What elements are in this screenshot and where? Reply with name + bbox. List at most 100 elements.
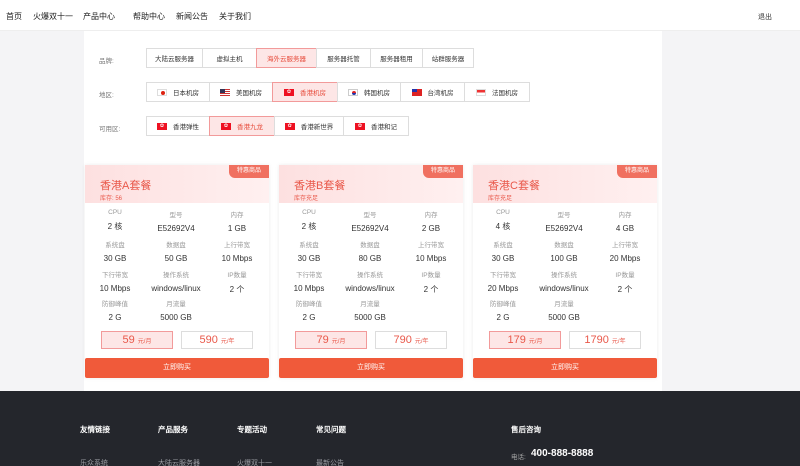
price-unit: 元/月 (137, 339, 152, 345)
product-card: 特惠商品 香港C套餐 库存充足 CPU 4 核 型号 E52692V4 内存 4 GB 系统盘 30… (473, 165, 657, 378)
spec-key: 内存 (618, 212, 632, 219)
region-option-japan[interactable]: 日本机房 (146, 82, 210, 102)
nav-help[interactable]: 帮助中心 (133, 11, 165, 22)
spec-key: CPU (108, 209, 122, 216)
brand-option-colocation[interactable]: 服务器托管 (316, 48, 371, 68)
zone-option-hk-new-world[interactable]: ✿ 香港新世界 (274, 116, 344, 136)
spec-value: 2 G (302, 313, 316, 322)
spec-item: 系统盘 30 GB (279, 239, 339, 263)
zone-option-hk-kowloon[interactable]: ✿ 香港九龙 (209, 116, 275, 136)
spec-value: 2 G (496, 313, 510, 322)
spec-item: 上行带宽 10 Mbps (207, 239, 267, 263)
spec-key: 数据盘 (554, 242, 574, 249)
brand-option-site-group[interactable]: 站群服务器 (422, 48, 474, 68)
spec-item: CPU 4 核 (473, 209, 533, 232)
chip-label: 香港新世界 (300, 124, 334, 131)
hongkong-flag-icon: ✿ (284, 88, 294, 96)
spec-value: E52692V4 (157, 224, 195, 233)
region-label: 地区: (99, 92, 114, 99)
yearly-price-option[interactable]: 1790 元/年 (569, 331, 641, 349)
spec-value: 100 GB (550, 254, 578, 263)
chip-label: 法国机房 (492, 90, 518, 97)
spec-value: 10 Mbps (293, 284, 325, 293)
chip-label: 站群服务器 (431, 56, 465, 63)
region-option-hongkong[interactable]: ✿ 香港机房 (272, 82, 338, 102)
spec-item: 内存 2 GB (401, 209, 461, 233)
brand-option-overseas[interactable]: 海外云服务器 (256, 48, 317, 68)
monthly-price-option[interactable]: 79 元/月 (295, 331, 367, 349)
nav-home[interactable]: 首页 (6, 11, 22, 22)
spec-item: 数据盘 50 GB (146, 239, 206, 263)
footer-link[interactable]: 大陆云服务器 (158, 458, 200, 466)
nav-about[interactable]: 关于我们 (219, 11, 251, 22)
region-option-usa[interactable]: 美国机房 (209, 82, 273, 102)
spec-item: 数据盘 80 GB (340, 239, 400, 263)
chip-label: 服务器托管 (327, 56, 360, 63)
spec-key: 型号 (557, 212, 571, 219)
brand-option-mainland[interactable]: 大陆云服务器 (146, 48, 203, 68)
spec-key: 内存 (424, 212, 438, 219)
deal-badge: 特惠商品 (229, 165, 269, 178)
chip-label: 日本机房 (173, 90, 199, 97)
top-nav: 首页 火爆双十一 产品中心 帮助中心 新闻公告 关于我们 退出 (0, 0, 800, 31)
monthly-price-option[interactable]: 59 元/月 (101, 331, 173, 349)
footer-link[interactable]: 乐众系统 (80, 458, 108, 466)
spec-item: 防御峰值 2 G (85, 298, 145, 322)
spec-key: 下行带宽 (296, 272, 322, 279)
spec-item: 月流量 5000 GB (534, 298, 594, 322)
nav-news[interactable]: 新闻公告 (176, 11, 208, 22)
monthly-price-option[interactable]: 179 元/月 (489, 331, 561, 349)
spec-value: 20 Mbps (487, 284, 519, 293)
footer-col-title: 产品服务 (158, 425, 188, 434)
spec-key: 月流量 (166, 301, 186, 308)
spec-value: 5000 GB (160, 313, 192, 322)
stock-status: 库存: 56 (100, 196, 123, 202)
spec-key: 上行带宽 (418, 242, 444, 249)
japan-flag-icon (157, 88, 167, 96)
region-option-taiwan[interactable]: 台湾机房 (400, 82, 465, 102)
nav-products[interactable]: 产品中心 (83, 11, 115, 22)
spec-key: 下行带宽 (490, 272, 516, 279)
price-unit: 元/年 (611, 339, 626, 345)
spec-value: 1 GB (227, 224, 247, 233)
spec-value: E52692V4 (545, 224, 583, 233)
taiwan-flag-icon (411, 88, 422, 96)
spec-item: 内存 1 GB (207, 209, 267, 233)
spec-item: 上行带宽 10 Mbps (401, 239, 461, 263)
yearly-price-option[interactable]: 790 元/年 (375, 331, 447, 349)
spec-item: CPU 2 核 (279, 209, 339, 232)
spec-key: CPU (496, 209, 510, 216)
nav-double-eleven[interactable]: 火爆双十一 (33, 11, 73, 22)
price-unit: 元/年 (220, 339, 235, 345)
zone-option-hk-elastic[interactable]: ✿ 香港弹性 (146, 116, 210, 136)
spec-key: 操作系统 (163, 272, 189, 279)
region-option-france[interactable]: 法国机房 (464, 82, 530, 102)
hotline-number: 400-888-8888 (531, 448, 594, 459)
spec-key: 防御峰值 (102, 301, 128, 308)
buy-now-button[interactable]: 立即购买 (85, 358, 269, 378)
spec-value: 2 GB (421, 224, 441, 233)
buy-now-button[interactable]: 立即购买 (279, 358, 463, 378)
footer-col-title: 友情链接 (80, 425, 110, 434)
zone-option-hk-hutchison[interactable]: ✿ 香港和记 (343, 116, 409, 136)
spec-value: 30 GB (103, 254, 127, 263)
price-unit: 元/年 (414, 339, 429, 345)
spec-item: 系统盘 30 GB (473, 239, 533, 263)
region-option-korea[interactable]: 韩国机房 (337, 82, 401, 102)
brand-filter: 品牌: 大陆云服务器 虚拟主机 海外云服务器 服务器托管 服务器租用 站群服务器 (84, 48, 662, 70)
yearly-price-option[interactable]: 590 元/年 (181, 331, 253, 349)
brand-option-rental[interactable]: 服务器租用 (370, 48, 423, 68)
chip-label: 香港弹性 (173, 124, 199, 131)
spec-item: 下行带宽 10 Mbps (85, 269, 145, 293)
spec-value: 5000 GB (354, 313, 386, 322)
spec-key: 内存 (230, 212, 244, 219)
spec-item: 操作系统 windows/linux (534, 269, 594, 293)
spec-key: IP数量 (227, 272, 247, 279)
spec-key: 月流量 (554, 301, 574, 308)
brand-option-virtual-host[interactable]: 虚拟主机 (202, 48, 257, 68)
footer-link[interactable]: 火爆双十一 (237, 458, 272, 466)
logout-link[interactable]: 退出 (758, 12, 772, 22)
hongkong-flag-icon: ✿ (355, 122, 365, 130)
footer-link[interactable]: 最新公告 (316, 458, 344, 466)
buy-now-button[interactable]: 立即购买 (473, 358, 657, 378)
